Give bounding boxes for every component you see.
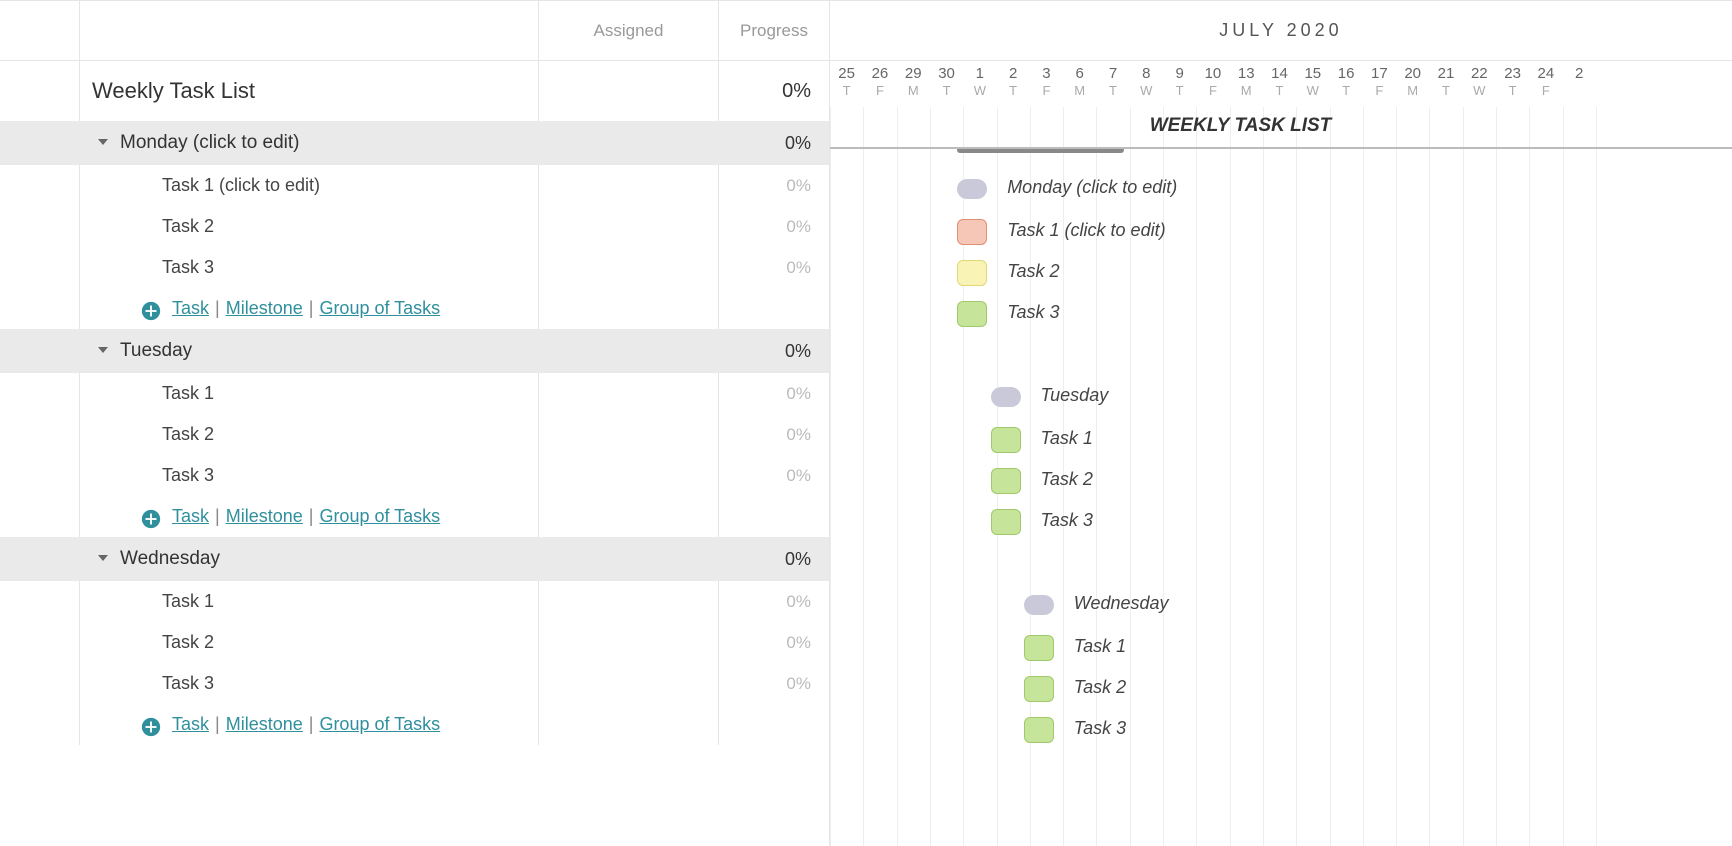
gantt-task-bar[interactable] — [957, 260, 987, 286]
add-task-link[interactable]: Task — [172, 298, 209, 318]
timeline-day[interactable]: 15W — [1296, 61, 1329, 107]
gantt-task-label: Task 2 — [1007, 261, 1059, 282]
timeline-month-label: JULY 2020 — [830, 1, 1732, 61]
timeline-day[interactable]: 30T — [930, 61, 963, 107]
task-progress: 0% — [719, 414, 829, 455]
collapse-icon[interactable] — [98, 553, 108, 563]
add-milestone-link[interactable]: Milestone — [226, 298, 303, 318]
task-name[interactable]: Task 3 — [80, 247, 539, 288]
timeline-day[interactable]: 6M — [1063, 61, 1096, 107]
group-progress: 0% — [719, 121, 829, 165]
task-progress: 0% — [719, 247, 829, 288]
gantt-task-bar[interactable] — [1024, 717, 1054, 743]
project-title[interactable]: Weekly Task List — [80, 61, 539, 121]
task-name[interactable]: Task 2 — [80, 414, 539, 455]
timeline-day[interactable]: 9T — [1163, 61, 1196, 107]
gantt-group-label: Wednesday — [1074, 593, 1169, 614]
gantt-project-title: WEEKLY TASK LIST — [1150, 115, 1332, 137]
add-milestone-link[interactable]: Milestone — [226, 506, 303, 526]
gantt-task-bar[interactable] — [957, 301, 987, 327]
timeline-day[interactable]: 10F — [1196, 61, 1229, 107]
gantt-group-bar[interactable] — [957, 179, 987, 199]
timeline-day[interactable]: 25T — [830, 61, 863, 107]
project-progress: 0% — [719, 61, 829, 121]
timeline-day[interactable]: 20M — [1396, 61, 1429, 107]
timeline-day[interactable]: 29M — [897, 61, 930, 107]
plus-icon[interactable] — [140, 300, 162, 322]
timeline-day[interactable]: 8W — [1130, 61, 1163, 107]
gantt-task-bar[interactable] — [1024, 635, 1054, 661]
gantt-task-bar[interactable] — [991, 427, 1021, 453]
task-progress: 0% — [719, 663, 829, 704]
task-name[interactable]: Task 2 — [80, 622, 539, 663]
add-task-link[interactable]: Task — [172, 506, 209, 526]
gantt-task-label: Task 1 — [1041, 428, 1093, 449]
task-name[interactable]: Task 3 — [80, 663, 539, 704]
task-progress: 0% — [719, 206, 829, 247]
plus-icon[interactable] — [140, 508, 162, 530]
timeline-day[interactable]: 1W — [963, 61, 996, 107]
collapse-icon[interactable] — [98, 345, 108, 355]
add-task-link[interactable]: Task — [172, 714, 209, 734]
timeline-day[interactable]: 13M — [1230, 61, 1263, 107]
timeline-day[interactable]: 2T — [996, 61, 1029, 107]
gantt-task-label: Task 2 — [1074, 677, 1126, 698]
gantt-task-label: Task 1 (click to edit) — [1007, 220, 1165, 241]
group-progress: 0% — [719, 537, 829, 581]
timeline-day[interactable]: 24F — [1529, 61, 1562, 107]
group-name: Monday (click to edit) — [120, 132, 300, 154]
plus-icon[interactable] — [140, 716, 162, 738]
timeline-day[interactable]: 23T — [1496, 61, 1529, 107]
add-group-link[interactable]: Group of Tasks — [319, 506, 440, 526]
task-name[interactable]: Task 1 (click to edit) — [80, 165, 539, 206]
task-progress: 0% — [719, 373, 829, 414]
gantt-group-label: Monday (click to edit) — [1007, 177, 1177, 198]
timeline-day[interactable]: 17F — [1363, 61, 1396, 107]
task-name[interactable]: Task 1 — [80, 373, 539, 414]
add-group-link[interactable]: Group of Tasks — [319, 714, 440, 734]
group-header[interactable]: Wednesday — [80, 537, 539, 581]
gantt-task-bar[interactable] — [991, 468, 1021, 494]
gantt-task-bar[interactable] — [1024, 676, 1054, 702]
task-progress: 0% — [719, 165, 829, 206]
gantt-task-label: Task 3 — [1074, 718, 1126, 739]
group-name: Tuesday — [120, 340, 192, 362]
gantt-task-label: Task 3 — [1041, 510, 1093, 531]
gantt-task-bar[interactable] — [991, 509, 1021, 535]
collapse-icon[interactable] — [98, 137, 108, 147]
column-header-assigned[interactable]: Assigned — [539, 1, 719, 60]
gantt-group-label: Tuesday — [1041, 385, 1109, 406]
gantt-group-bar[interactable] — [991, 387, 1021, 407]
gantt-task-label: Task 2 — [1041, 469, 1093, 490]
column-header-progress[interactable]: Progress — [719, 1, 829, 60]
task-list-panel: Assigned Progress Weekly Task List 0% Mond… — [0, 1, 830, 846]
timeline-day[interactable]: 21T — [1429, 61, 1462, 107]
timeline-day[interactable]: 14T — [1263, 61, 1296, 107]
timeline-day[interactable]: 16T — [1329, 61, 1362, 107]
task-progress: 0% — [719, 581, 829, 622]
task-progress: 0% — [719, 455, 829, 496]
task-name[interactable]: Task 1 — [80, 581, 539, 622]
timeline-day[interactable]: 2 — [1563, 61, 1596, 107]
timeline-day[interactable]: 3F — [1030, 61, 1063, 107]
gantt-panel: JULY 2020 25T26F29M30T1W2T3F6M7T8W9T10F1… — [830, 1, 1732, 846]
gantt-task-bar[interactable] — [957, 219, 987, 245]
task-name[interactable]: Task 3 — [80, 455, 539, 496]
add-group-link[interactable]: Group of Tasks — [319, 298, 440, 318]
task-name[interactable]: Task 2 — [80, 206, 539, 247]
gantt-task-label: Task 3 — [1007, 302, 1059, 323]
group-name: Wednesday — [120, 548, 220, 570]
timeline-day[interactable]: 22W — [1463, 61, 1496, 107]
add-milestone-link[interactable]: Milestone — [226, 714, 303, 734]
gantt-task-label: Task 1 — [1074, 636, 1126, 657]
group-progress: 0% — [719, 329, 829, 373]
group-header[interactable]: Monday (click to edit) — [80, 121, 539, 165]
timeline-day[interactable]: 7T — [1096, 61, 1129, 107]
timeline-day[interactable]: 26F — [863, 61, 896, 107]
gantt-group-bar[interactable] — [1024, 595, 1054, 615]
group-header[interactable]: Tuesday — [80, 329, 539, 373]
task-progress: 0% — [719, 622, 829, 663]
